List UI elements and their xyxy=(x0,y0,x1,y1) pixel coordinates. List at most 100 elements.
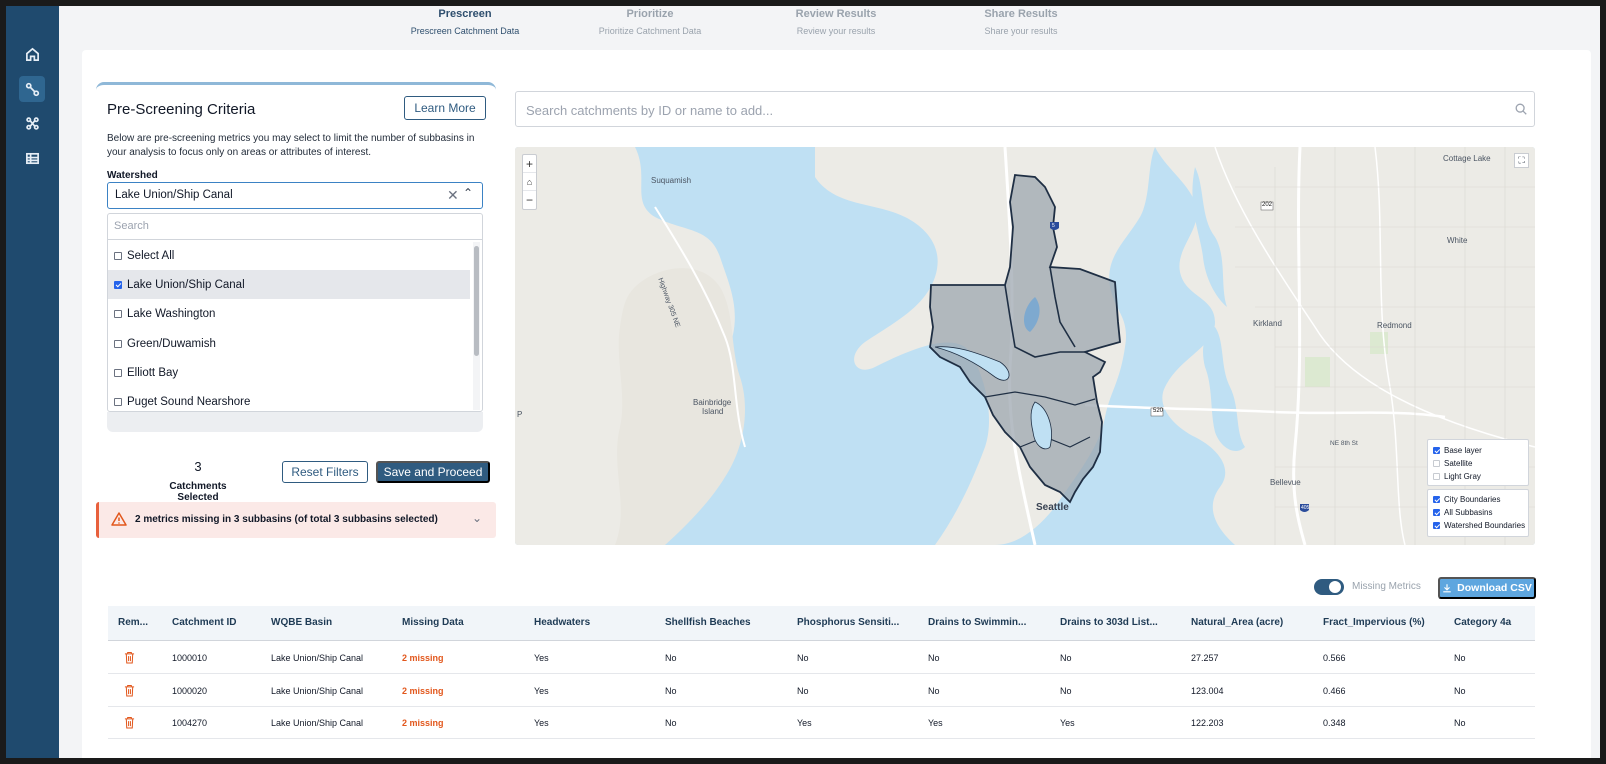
sidebar-network[interactable] xyxy=(19,110,45,136)
map-label-kirkland: Kirkland xyxy=(1253,319,1282,328)
step-title: Review Results xyxy=(795,8,877,20)
sidebar-table[interactable] xyxy=(19,145,45,171)
chevron-up-icon[interactable]: ⌃ xyxy=(463,186,473,200)
cell-impervious: 0.566 xyxy=(1323,653,1346,663)
option-lake-washington[interactable]: Lake Washington xyxy=(108,299,470,328)
col-wqbe-basin[interactable]: WQBE Basin xyxy=(271,617,332,628)
expand-icon[interactable]: ⛶ xyxy=(1514,153,1529,168)
trash-icon[interactable] xyxy=(124,684,135,697)
checkbox-checked[interactable] xyxy=(1433,522,1440,529)
table-icon xyxy=(25,152,39,164)
option-green-duwamish[interactable]: Green/Duwamish xyxy=(108,329,470,358)
learn-more-button[interactable]: Learn More xyxy=(404,96,486,120)
clear-icon[interactable]: ✕ xyxy=(447,187,459,204)
layer-base[interactable]: Base layer xyxy=(1433,446,1482,455)
layer-light-gray[interactable]: Light Gray xyxy=(1433,472,1481,481)
option-label: Green/Duwamish xyxy=(127,337,216,350)
watershed-label: Watershed xyxy=(107,170,158,181)
cell-category-4a: No xyxy=(1454,686,1466,696)
col-category-4a[interactable]: Category 4a xyxy=(1454,617,1511,628)
col-missing-data[interactable]: Missing Data xyxy=(402,617,464,628)
col-remove[interactable]: Rem... xyxy=(118,617,148,628)
trash-icon[interactable] xyxy=(124,651,135,664)
missing-metrics-toggle[interactable] xyxy=(1314,579,1344,595)
missing-metrics-alert[interactable]: 2 metrics missing in 3 subbasins (of tot… xyxy=(96,502,496,538)
col-phosphorus[interactable]: Phosphorus Sensiti... xyxy=(797,617,899,628)
checkbox[interactable] xyxy=(114,397,122,406)
layer-satellite[interactable]: Satellite xyxy=(1433,459,1472,468)
step-title: Prioritize xyxy=(626,8,674,20)
checkbox[interactable] xyxy=(114,339,122,348)
layer-watershed-boundaries[interactable]: Watershed Boundaries xyxy=(1433,521,1525,530)
col-swimming[interactable]: Drains to Swimmin... xyxy=(928,617,1026,628)
app-frame: Prescreen Prescreen Catchment Data Prior… xyxy=(6,6,1600,758)
step-share-results[interactable]: Share Results Share your results xyxy=(921,8,1121,36)
zoom-in-icon[interactable]: + xyxy=(523,155,536,173)
dropdown-search-input[interactable] xyxy=(114,214,474,238)
dropdown-search xyxy=(108,214,482,240)
sidebar-workflow[interactable] xyxy=(19,76,45,102)
home-extent-icon[interactable]: ⌂ xyxy=(523,173,536,191)
watershed-dropdown: Select All Lake Union/Ship Canal Lake Wa… xyxy=(107,213,483,412)
layer-label: Base layer xyxy=(1444,446,1482,455)
filter-panel-bottom xyxy=(107,412,483,432)
layer-all-subbasins[interactable]: All Subbasins xyxy=(1433,508,1492,517)
option-lake-union[interactable]: Lake Union/Ship Canal xyxy=(108,270,470,299)
download-csv-button[interactable]: Download CSV xyxy=(1438,577,1536,599)
zoom-out-icon[interactable]: − xyxy=(523,191,536,209)
step-subtitle: Share your results xyxy=(984,26,1058,36)
table-row: 1004270 Lake Union/Ship Canal 2 missing … xyxy=(108,707,1535,739)
catchment-search-input[interactable] xyxy=(526,100,1506,120)
cell-headwaters: Yes xyxy=(534,718,549,728)
save-proceed-button[interactable]: Save and Proceed xyxy=(376,461,490,483)
cell-missing: 2 missing xyxy=(402,653,444,663)
map-label-seattle: Seattle xyxy=(1036,502,1069,513)
watershed-value: Lake Union/Ship Canal xyxy=(115,189,233,201)
map-label-white: White xyxy=(1447,236,1468,245)
col-impervious[interactable]: Fract_Impervious (%) xyxy=(1323,617,1425,628)
cell-category-4a: No xyxy=(1454,653,1466,663)
col-headwaters[interactable]: Headwaters xyxy=(534,617,590,628)
checkbox[interactable] xyxy=(114,251,122,260)
workflow-icon xyxy=(25,82,39,96)
option-puget-sound[interactable]: Puget Sound Nearshore xyxy=(108,387,470,411)
step-prioritize[interactable]: Prioritize Prioritize Catchment Data xyxy=(550,8,750,36)
trash-icon[interactable] xyxy=(124,716,135,729)
home-icon xyxy=(25,47,39,61)
chevron-down-icon[interactable]: ⌄ xyxy=(472,511,482,525)
table-row: 1000010 Lake Union/Ship Canal 2 missing … xyxy=(108,642,1535,674)
sidebar-home[interactable] xyxy=(19,41,45,67)
cell-headwaters: Yes xyxy=(534,653,549,663)
map-label-edge: P xyxy=(517,410,523,419)
checkbox[interactable] xyxy=(1433,473,1440,480)
cell-basin: Lake Union/Ship Canal xyxy=(271,653,364,663)
option-elliott-bay[interactable]: Elliott Bay xyxy=(108,358,470,387)
col-natural-area[interactable]: Natural_Area (acre) xyxy=(1191,617,1283,628)
search-icon[interactable] xyxy=(1514,102,1528,116)
checkbox-checked[interactable] xyxy=(1433,496,1440,503)
col-shellfish[interactable]: Shellfish Beaches xyxy=(665,617,751,628)
main-panel: Pre-Screening Criteria Learn More Below … xyxy=(82,50,1591,758)
checkbox[interactable] xyxy=(1433,460,1440,467)
dropdown-scroll-thumb[interactable] xyxy=(474,246,479,356)
checkbox-checked[interactable] xyxy=(114,280,122,289)
reset-filters-button[interactable]: Reset Filters xyxy=(282,461,368,483)
checkbox-checked[interactable] xyxy=(1433,447,1440,454)
layer-label: City Boundaries xyxy=(1444,495,1501,504)
alert-text: 2 metrics missing in 3 subbasins (of tot… xyxy=(135,514,438,525)
map[interactable]: Suquamish Bainbridge Island Seattle Kirk… xyxy=(515,147,1535,545)
step-review-results[interactable]: Review Results Review your results xyxy=(736,8,936,36)
checkbox-checked[interactable] xyxy=(1433,509,1440,516)
checkbox[interactable] xyxy=(114,309,122,318)
checkbox[interactable] xyxy=(114,368,122,377)
cell-impervious: 0.466 xyxy=(1323,686,1346,696)
step-prescreen[interactable]: Prescreen Prescreen Catchment Data xyxy=(365,8,565,36)
layer-city-boundaries[interactable]: City Boundaries xyxy=(1433,495,1500,504)
watershed-select[interactable]: Lake Union/Ship Canal ✕ ⌃ xyxy=(107,182,483,209)
option-select-all[interactable]: Select All xyxy=(108,241,470,270)
col-catchment-id[interactable]: Catchment ID xyxy=(172,617,236,628)
cell-basin: Lake Union/Ship Canal xyxy=(271,718,364,728)
cell-id: 1000020 xyxy=(172,686,208,696)
col-303d[interactable]: Drains to 303d List... xyxy=(1060,617,1158,628)
option-label: Select All xyxy=(127,249,175,262)
